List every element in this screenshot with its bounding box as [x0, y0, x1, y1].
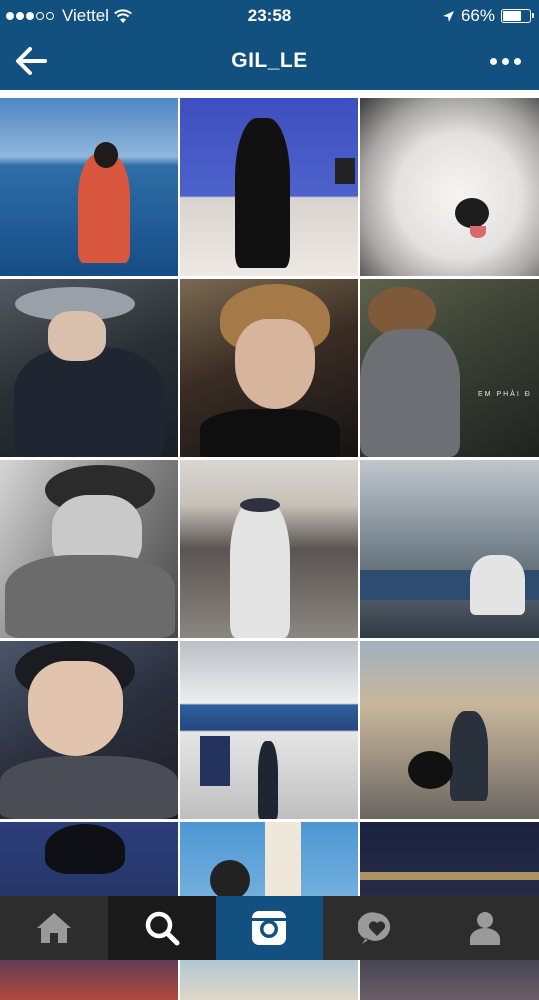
photo-tile[interactable] — [180, 98, 358, 276]
photo-subject-head — [210, 860, 250, 900]
photo-door — [200, 736, 230, 786]
photo-subject-head — [94, 142, 118, 168]
photo-tile[interactable] — [0, 98, 178, 276]
photo-subject — [235, 118, 290, 268]
photo-tile[interactable] — [0, 460, 178, 638]
photo-grid: EM PHẢI Đ — [0, 98, 539, 1000]
photo-tower — [265, 822, 301, 902]
photo-subject — [470, 555, 525, 615]
photo-subject — [230, 500, 290, 638]
battery-fill — [503, 11, 522, 21]
battery-percent: 66% — [460, 6, 495, 25]
photo-tile[interactable]: EM PHẢI Đ — [360, 279, 539, 457]
activity-icon — [358, 912, 391, 944]
photo-subject — [258, 741, 278, 819]
photo-tile[interactable] — [0, 279, 178, 457]
tab-profile[interactable] — [431, 896, 539, 960]
home-icon — [36, 913, 71, 943]
photo-face — [48, 311, 106, 361]
status-bar: Viettel 23:58 66% — [0, 0, 539, 32]
photo-hat — [240, 498, 280, 512]
photo-dog — [408, 751, 453, 789]
photo-subject — [360, 329, 460, 457]
status-right: 66% — [442, 6, 534, 26]
photo-street-lights — [360, 872, 539, 880]
photo-tile[interactable] — [360, 641, 539, 819]
photo-subject — [200, 409, 340, 457]
tab-bar — [0, 896, 539, 960]
photo-tile[interactable] — [180, 460, 358, 638]
tab-search[interactable] — [107, 896, 216, 960]
photo-subject — [0, 756, 178, 819]
photo-subject — [14, 347, 164, 457]
tab-camera[interactable] — [215, 896, 324, 960]
photo-tile[interactable] — [180, 641, 358, 819]
page-title: GIL_LE — [231, 49, 308, 72]
tab-activity[interactable] — [323, 896, 431, 960]
photo-caption: EM PHẢI Đ — [478, 391, 532, 398]
photo-subject — [450, 711, 488, 801]
more-options-button[interactable] — [490, 58, 521, 65]
photo-face — [235, 319, 315, 409]
search-icon — [145, 911, 180, 946]
photo-subject — [78, 153, 130, 263]
photo-tile[interactable] — [0, 641, 178, 819]
photo-dog-nose — [455, 198, 489, 228]
nav-bar: GIL_LE — [0, 32, 539, 90]
more-dot-icon — [514, 58, 521, 65]
photo-cap — [45, 824, 125, 874]
camera-icon — [252, 911, 287, 945]
photo-dog-tongue — [470, 226, 486, 238]
more-dot-icon — [502, 58, 509, 65]
profile-icon — [470, 912, 501, 945]
photo-tile[interactable] — [180, 279, 358, 457]
divider — [0, 90, 539, 98]
more-dot-icon — [490, 58, 497, 65]
photo-tile[interactable] — [360, 98, 539, 276]
photo-prop — [335, 158, 355, 184]
location-arrow-icon — [442, 10, 454, 22]
tab-home[interactable] — [0, 896, 108, 960]
photo-tile[interactable] — [360, 460, 539, 638]
battery-icon — [501, 9, 534, 23]
photo-face — [28, 661, 123, 756]
photo-subject — [5, 555, 175, 638]
